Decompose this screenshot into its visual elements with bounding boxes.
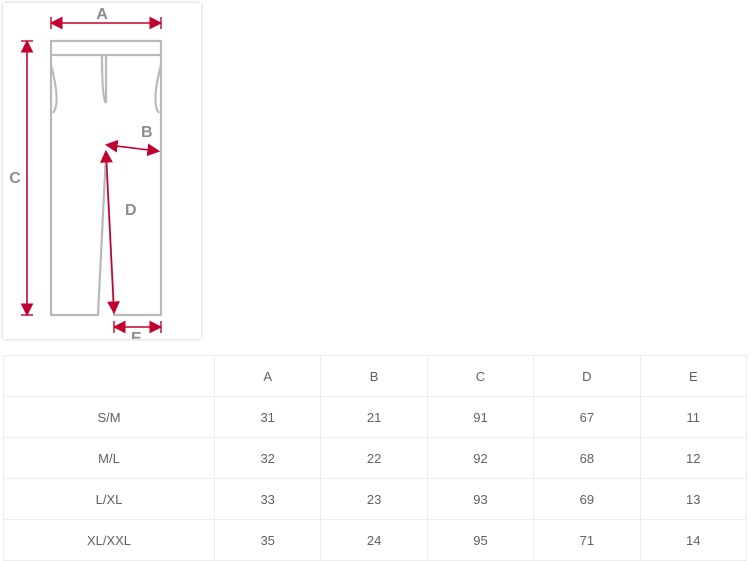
value-cell: 12	[640, 438, 746, 479]
table-row: S/M 31 21 91 67 11	[4, 397, 747, 438]
size-cell: M/L	[4, 438, 215, 479]
value-cell: 92	[427, 438, 533, 479]
header-e: E	[640, 356, 746, 397]
value-cell: 21	[321, 397, 427, 438]
value-cell: 22	[321, 438, 427, 479]
value-cell: 31	[215, 397, 321, 438]
value-cell: 68	[534, 438, 640, 479]
value-cell: 93	[427, 479, 533, 520]
diagram-label-b: B	[141, 124, 153, 141]
value-cell: 71	[534, 520, 640, 561]
header-a: A	[215, 356, 321, 397]
value-cell: 67	[534, 397, 640, 438]
table-header-row: A B C D E	[4, 356, 747, 397]
diagram-label-e: E	[131, 330, 142, 339]
pants-svg: A C B D E	[3, 3, 201, 339]
value-cell: 24	[321, 520, 427, 561]
size-cell: XL/XXL	[4, 520, 215, 561]
value-cell: 23	[321, 479, 427, 520]
value-cell: 33	[215, 479, 321, 520]
value-cell: 13	[640, 479, 746, 520]
header-d: D	[534, 356, 640, 397]
size-cell: S/M	[4, 397, 215, 438]
header-c: C	[427, 356, 533, 397]
size-cell: L/XL	[4, 479, 215, 520]
value-cell: 95	[427, 520, 533, 561]
header-blank	[4, 356, 215, 397]
header-b: B	[321, 356, 427, 397]
value-cell: 14	[640, 520, 746, 561]
value-cell: 32	[215, 438, 321, 479]
pants-diagram: A C B D E	[3, 3, 201, 339]
diagram-label-c: C	[9, 170, 21, 187]
value-cell: 69	[534, 479, 640, 520]
table-row: L/XL 33 23 93 69 13	[4, 479, 747, 520]
table-row: XL/XXL 35 24 95 71 14	[4, 520, 747, 561]
size-table: A B C D E S/M 31 21 91 67 11 M/L 32 22 9…	[3, 355, 747, 561]
value-cell: 35	[215, 520, 321, 561]
diagram-label-d: D	[125, 202, 137, 219]
table-row: M/L 32 22 92 68 12	[4, 438, 747, 479]
diagram-label-a: A	[96, 6, 108, 23]
value-cell: 11	[640, 397, 746, 438]
value-cell: 91	[427, 397, 533, 438]
